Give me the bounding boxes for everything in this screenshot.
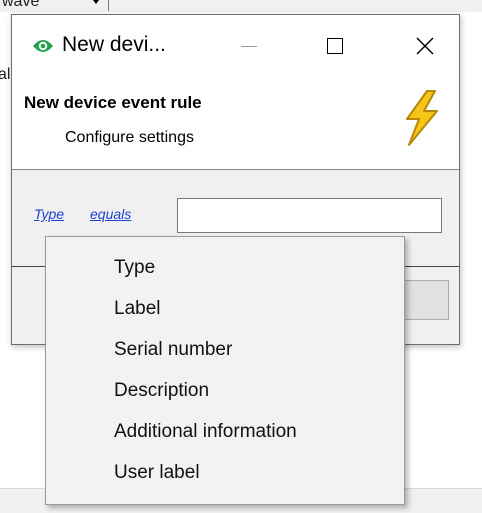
lightning-icon — [406, 90, 438, 146]
minimize-button[interactable] — [226, 25, 272, 69]
background-dropdown-text: wave — [2, 0, 40, 10]
close-icon — [416, 37, 434, 55]
menu-item-serial-number[interactable]: Serial number — [46, 329, 404, 370]
field-dropdown-menu: Type Label Serial number Description Add… — [45, 236, 405, 505]
maximize-button[interactable] — [312, 25, 358, 69]
background-dropdown[interactable]: wave — [0, 0, 109, 11]
header-subtitle: Configure settings — [65, 129, 194, 146]
close-button[interactable] — [402, 25, 448, 69]
window-title: New devi... — [62, 33, 166, 56]
field-selector-link[interactable]: Type — [34, 206, 64, 222]
minimize-icon — [241, 46, 257, 47]
header-title: New device event rule — [24, 93, 202, 112]
background-label-fragment: al — [0, 66, 11, 83]
menu-item-type[interactable]: Type — [46, 247, 404, 288]
menu-item-description[interactable]: Description — [46, 370, 404, 411]
background-panel — [0, 345, 12, 512]
operator-selector-link[interactable]: equals — [90, 206, 131, 222]
maximize-icon — [327, 38, 343, 54]
dialog-header: New device event rule Configure settings — [12, 79, 459, 170]
menu-item-label[interactable]: Label — [46, 288, 404, 329]
caret-down-icon — [90, 0, 102, 4]
title-bar[interactable]: New devi... — [12, 15, 459, 79]
eye-icon — [33, 40, 53, 52]
menu-item-user-label[interactable]: User label — [46, 452, 404, 493]
value-input[interactable] — [177, 198, 442, 233]
menu-item-additional-information[interactable]: Additional information — [46, 411, 404, 452]
